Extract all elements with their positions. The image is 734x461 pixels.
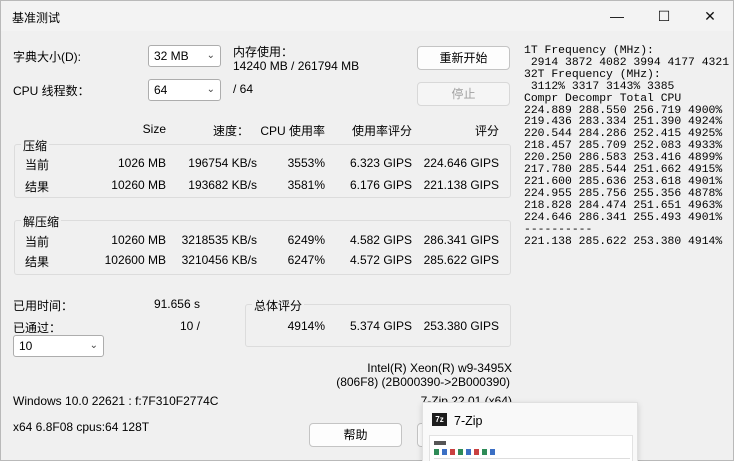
total-rating-value: 253.380 GIPS: [423, 319, 499, 333]
rating-value: 221.138 GIPS: [423, 178, 499, 192]
log-line: 32T Frequency (MHz):: [524, 68, 661, 81]
frequency-log: 1T Frequency (MHz): 2914 3872 4082 3994 …: [524, 45, 729, 248]
col-usage-rating-header: 使用率评分: [351, 124, 412, 138]
size-value: 1026 MB: [117, 156, 166, 170]
usage-rating-value: 6.323 GIPS: [349, 156, 412, 170]
chevron-down-icon: ⌄: [89, 340, 98, 351]
speed-value: 3210456 KB/s: [181, 253, 257, 267]
cpu-threads-select[interactable]: 64 ⌄: [148, 79, 221, 101]
cpu-value: 3581%: [287, 178, 325, 192]
col-speed-header: 速度：: [212, 124, 249, 138]
memory-usage-value: 14240 MB / 261794 MB: [233, 59, 360, 73]
log-line: 3112% 3317 3143% 3385: [524, 80, 675, 93]
size-value: 10260 MB: [111, 233, 166, 247]
dict-size-label: 字典大小(D):: [13, 50, 81, 64]
cpu-threads-value: 64: [154, 83, 168, 97]
row-label: 当前: [25, 235, 50, 249]
dict-size-value: 32 MB: [154, 49, 189, 63]
col-cpu-header: CPU 使用率: [260, 124, 325, 138]
rating-value: 285.622 GIPS: [423, 253, 499, 267]
row-label: 结果: [25, 255, 50, 269]
speed-value: 193682 KB/s: [188, 178, 257, 192]
cpu-id: (806F8) (2B000390->2B000390): [336, 375, 510, 389]
os-info: Windows 10.0 22621 : f:7F310F2774C: [13, 394, 219, 408]
preview-app-name: 7-Zip: [454, 414, 483, 428]
cpu-model: Intel(R) Xeon(R) w9-3495X: [367, 361, 512, 375]
size-value: 102600 MB: [104, 253, 166, 267]
cpu-threads-label: CPU 线程数：: [13, 84, 90, 98]
rating-value: 224.646 GIPS: [423, 156, 499, 170]
size-value: 10260 MB: [111, 178, 166, 192]
cpu-value: 6247%: [287, 253, 325, 267]
maximize-button[interactable]: ☐: [641, 1, 687, 31]
passes-select[interactable]: 10 ⌄: [13, 335, 104, 357]
cpu-value: 6249%: [287, 233, 325, 247]
benchmark-window: 基准测试 — ☐ ✕ 字典大小(D): 32 MB ⌄ 内存使用： 14240 …: [0, 0, 734, 461]
passes-value: 10: [19, 339, 33, 353]
title-bar: 基准测试 — ☐ ✕: [1, 1, 733, 31]
row-label: 结果: [25, 180, 50, 194]
help-button[interactable]: 帮助: [309, 423, 402, 447]
usage-rating-value: 4.582 GIPS: [349, 233, 412, 247]
window-title: 基准测试: [12, 11, 61, 25]
compress-group-title: 压缩: [21, 137, 50, 154]
speed-value: 3218535 KB/s: [181, 233, 257, 247]
rating-value: 286.341 GIPS: [423, 233, 499, 247]
memory-usage-label: 内存使用：: [233, 45, 294, 59]
close-button[interactable]: ✕: [687, 1, 733, 31]
log-line: Compr Decompr Total CPU: [524, 92, 682, 105]
total-usage-rating-value: 5.374 GIPS: [349, 319, 412, 333]
7zip-logo-icon: 7z: [432, 413, 447, 426]
restart-button[interactable]: 重新开始: [417, 46, 510, 70]
window-thumbnail: [429, 435, 633, 461]
log-line: 224.646 286.341 255.493 4901%: [524, 211, 723, 224]
chevron-down-icon: ⌄: [206, 50, 215, 61]
dict-size-select[interactable]: 32 MB ⌄: [148, 45, 221, 67]
passed-label: 已通过：: [13, 321, 62, 335]
elapsed-value: 91.656 s: [153, 297, 200, 311]
elapsed-label: 已用时间：: [13, 299, 74, 313]
cpu-value: 3553%: [287, 156, 325, 170]
stop-button[interactable]: 停止: [417, 82, 510, 106]
taskbar-preview-popup[interactable]: 7z 7-Zip: [422, 402, 638, 461]
arch-info: x64 6.8F08 cpus:64 128T: [13, 420, 150, 434]
passed-value: 10 /: [179, 319, 200, 333]
usage-rating-value: 6.176 GIPS: [349, 178, 412, 192]
log-line: 224.955 285.756 255.356 4878%: [524, 187, 723, 200]
speed-value: 196754 KB/s: [188, 156, 257, 170]
col-rating-header: 评分: [474, 124, 499, 138]
row-label: 当前: [25, 158, 50, 172]
total-cpu-value: 4914%: [287, 319, 325, 333]
chevron-down-icon: ⌄: [206, 84, 215, 95]
decompress-group-title: 解压缩: [21, 213, 62, 230]
minimize-button[interactable]: —: [594, 1, 640, 31]
log-line: ----------: [524, 223, 593, 236]
col-size-header: Size: [142, 122, 166, 136]
total-rating-title: 总体评分: [252, 297, 305, 314]
cpu-threads-max: / 64: [233, 82, 254, 96]
log-line: 221.138 285.622 253.380 4914%: [524, 235, 723, 248]
log-line: 218.828 284.474 251.651 4963%: [524, 199, 723, 212]
usage-rating-value: 4.572 GIPS: [349, 253, 412, 267]
